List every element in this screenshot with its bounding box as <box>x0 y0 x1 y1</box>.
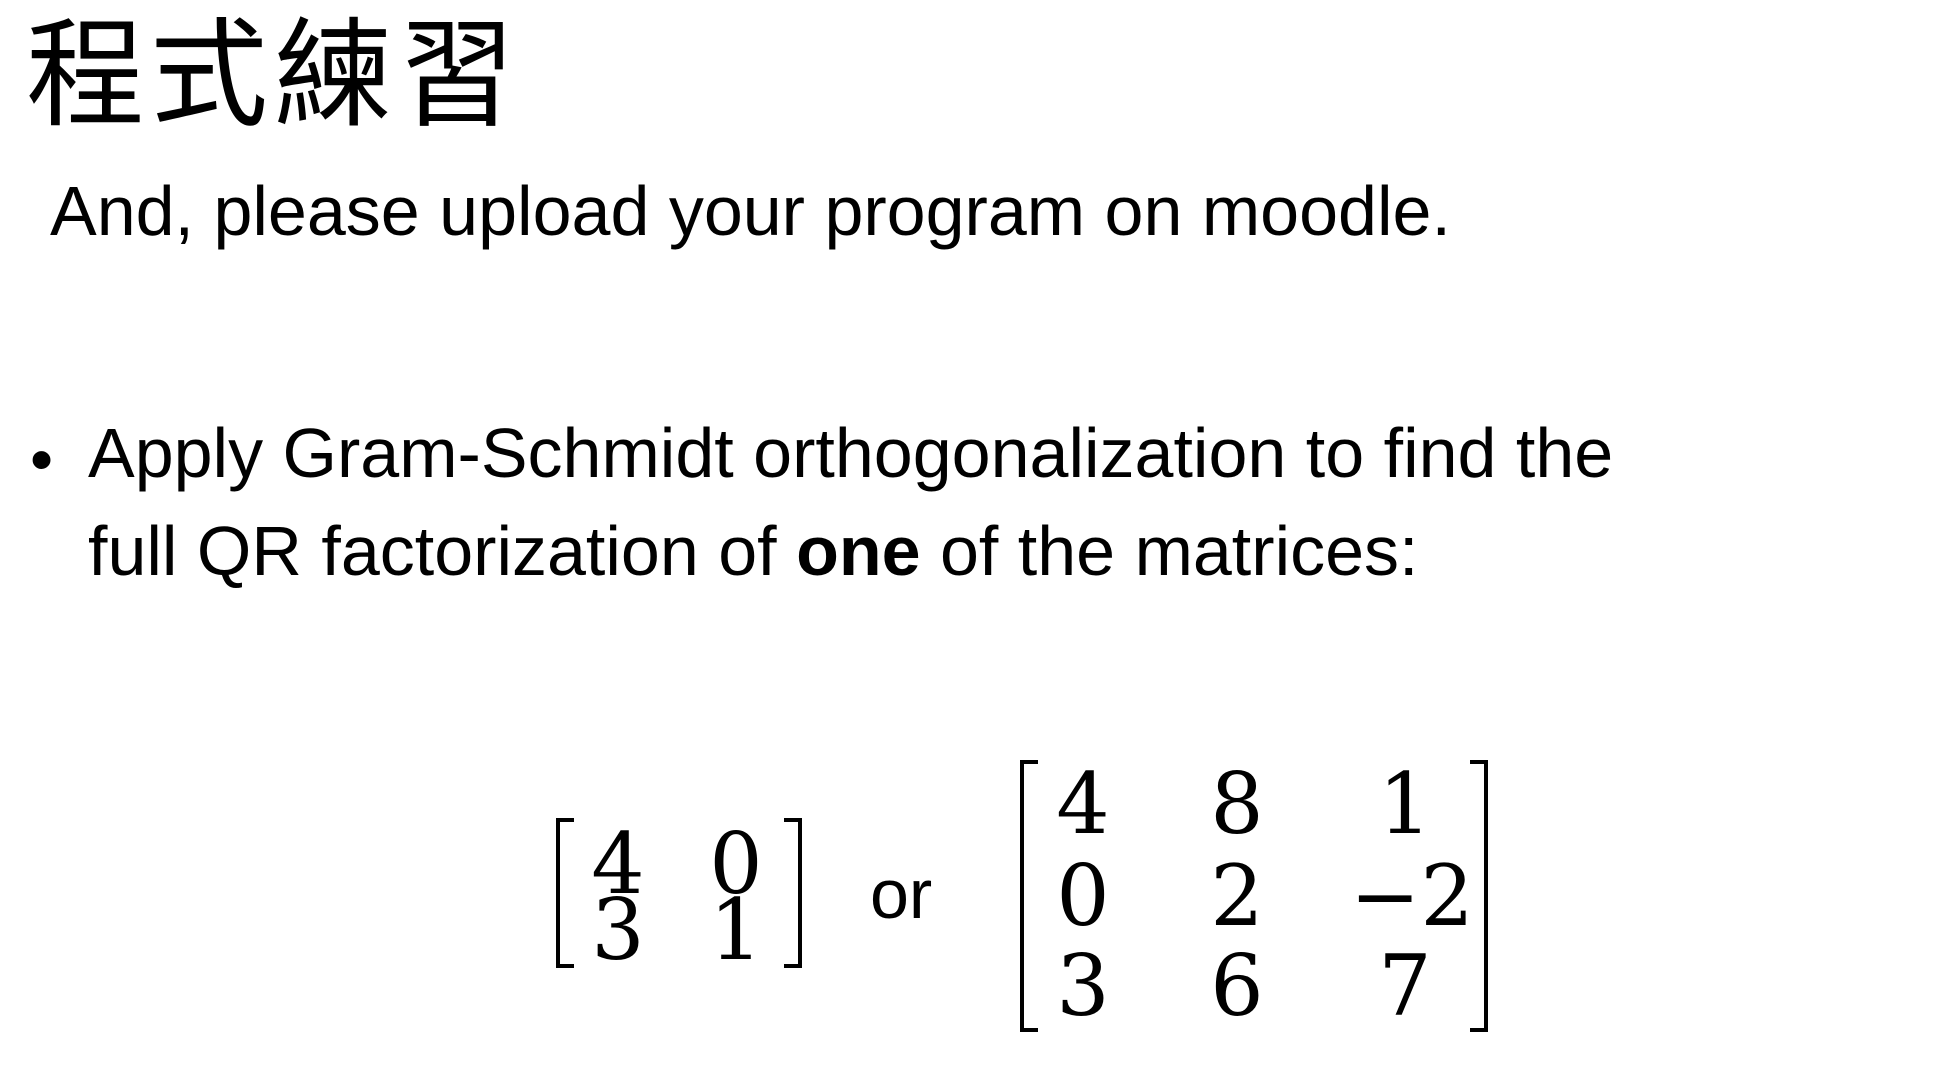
matrix-3x3: 4 8 1 0 2 −2 3 6 7 <box>1020 760 1488 1032</box>
matrix-cell: 6 <box>1210 937 1264 1035</box>
matrix-2x2: 4 0 3 1 <box>556 818 802 972</box>
slide-title: 程式練習 <box>26 6 523 144</box>
slide-subtitle: And, please upload your program on moodl… <box>50 172 1451 250</box>
matrix-cell: 3 <box>1056 937 1110 1035</box>
matrix-cell: 8 <box>1210 755 1264 853</box>
matrix-cell: −2 <box>1350 847 1474 945</box>
matrix-cell: 2 <box>1210 847 1264 945</box>
matrix-cell: 4 <box>1056 755 1110 853</box>
matrix-connector: or <box>870 855 933 933</box>
slide: 程式練習 And, please upload your program on … <box>0 0 1950 1074</box>
bullet-text: Apply Gram-Schmidt orthogonalization to … <box>88 404 1950 600</box>
bullet-line-1: Apply Gram-Schmidt orthogonalization to … <box>88 414 1614 492</box>
bullet-marker: • <box>30 422 54 496</box>
matrix-cell: 1 <box>709 881 763 979</box>
bullet-line-2: full QR factorization of one of the matr… <box>88 502 1950 600</box>
bullet-line-2-start: full QR factorization of <box>88 512 797 590</box>
matrix-cell: 0 <box>1056 847 1110 945</box>
bullet-line-2-end: of the matrices: <box>920 512 1419 590</box>
matrix-cell: 3 <box>591 881 645 979</box>
matrix-cell: 7 <box>1378 937 1432 1035</box>
matrix-left-bracket <box>556 818 574 968</box>
matrix-right-bracket <box>784 818 802 968</box>
matrix-cell: 1 <box>1378 755 1432 853</box>
bullet-emphasis: one <box>796 512 921 590</box>
